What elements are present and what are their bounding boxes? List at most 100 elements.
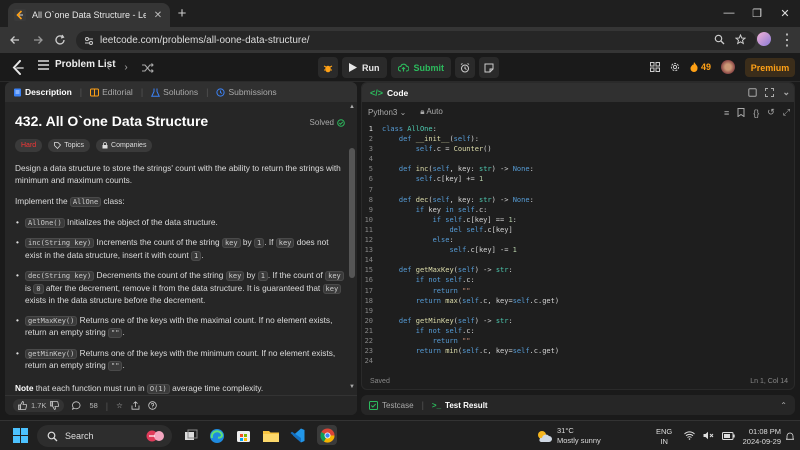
code-line: 22 return "" — [362, 337, 794, 347]
inline-code: key — [322, 283, 342, 294]
help-icon[interactable] — [148, 401, 157, 410]
vscode-icon[interactable] — [289, 427, 306, 444]
browser-tab[interactable]: All O`one Data Structure - Leetc ✕ — [8, 3, 170, 27]
terminal-icon: >_ — [431, 400, 442, 410]
tab-submissions[interactable]: Submissions — [216, 87, 277, 97]
system-tray[interactable] — [684, 431, 735, 440]
profile-avatar[interactable] — [757, 32, 771, 46]
debug-button[interactable] — [318, 57, 338, 78]
description-scrollbar[interactable] — [349, 148, 355, 278]
share-icon[interactable] — [131, 401, 140, 410]
history-icon — [216, 87, 226, 97]
language-indicator[interactable]: ENG IN — [656, 427, 672, 447]
editor-status-bar: Saved Ln 1, Col 14 — [362, 373, 794, 389]
language-select[interactable]: Python3 ⌄ — [368, 108, 406, 117]
layout-grid-icon[interactable] — [650, 62, 660, 72]
comment-icon[interactable] — [72, 401, 81, 410]
code-text: def getMaxKey(self) -> str: — [398, 266, 513, 275]
chrome-icon[interactable] — [317, 425, 337, 445]
streak-counter[interactable]: 49 — [690, 62, 711, 72]
scroll-down-arrow-icon[interactable]: ▼ — [349, 384, 355, 390]
leetcode-logo-icon[interactable] — [11, 60, 25, 76]
store-icon[interactable] — [235, 427, 252, 444]
taskbar-search[interactable]: Search — [37, 425, 172, 447]
scroll-up-arrow-icon[interactable]: ▲ — [349, 104, 355, 110]
reset-icon[interactable]: ↺ — [767, 107, 775, 118]
line-number: 2 — [368, 135, 373, 144]
prev-problem-icon[interactable]: ‹ — [107, 62, 110, 73]
line-number: 20 — [364, 316, 373, 325]
next-problem-icon[interactable]: › — [124, 62, 127, 73]
zoom-icon[interactable] — [714, 34, 725, 45]
code-line: 4 — [362, 155, 794, 165]
tab-editorial-label: Editorial — [102, 87, 133, 97]
code-line: 10 if self.c[key] == 1: — [362, 216, 794, 226]
premium-button[interactable]: Premium — [745, 58, 795, 77]
problem-list-link[interactable]: Problem List — [38, 59, 116, 70]
system-clock[interactable]: 01:08 PM 2024-09-29 — [735, 427, 781, 447]
code-text: return "" — [432, 286, 471, 295]
browser-tab-bar: All O`one Data Structure - Leetc ✕ + — ❐… — [0, 0, 800, 27]
code-line: 11 del self.c[key] — [362, 226, 794, 236]
thumbs-down-icon[interactable] — [50, 401, 60, 410]
timer-button[interactable] — [455, 57, 475, 78]
reload-icon[interactable] — [53, 33, 67, 47]
forward-icon[interactable] — [31, 33, 45, 47]
problem-title[interactable]: 432. All O`one Data Structure — [15, 112, 345, 130]
favorite-star-icon[interactable]: ☆ — [116, 401, 123, 410]
companies-tag[interactable]: Companies — [96, 139, 153, 152]
chevron-down-icon[interactable]: ⌄ — [782, 87, 790, 98]
method-signature: getMinKey() — [25, 348, 78, 359]
braces-icon[interactable]: {} — [753, 107, 759, 118]
bookmark-star-icon[interactable] — [735, 34, 746, 45]
edge-browser-icon[interactable] — [208, 427, 225, 444]
bug-icon — [323, 63, 333, 73]
collapse-icon[interactable] — [748, 87, 758, 98]
windows-start-icon[interactable] — [13, 428, 28, 443]
code-text: if not self.c: — [415, 276, 475, 285]
notification-bell-icon[interactable] — [786, 432, 794, 440]
testcase-tab[interactable]: Testcase — [369, 400, 414, 410]
new-tab-icon[interactable]: + — [174, 5, 190, 22]
maximize-icon[interactable] — [765, 87, 775, 98]
close-window-icon[interactable]: ✕ — [778, 6, 792, 20]
code-text: return min(self.c, key=self.c.get) — [415, 347, 560, 356]
submit-button[interactable]: Submit — [390, 57, 451, 78]
notes-button[interactable] — [479, 57, 499, 78]
thumbs-up-icon[interactable] — [18, 401, 27, 410]
expand-icon[interactable]: ⤢ — [783, 107, 790, 118]
tab-editorial[interactable]: Editorial — [90, 87, 133, 97]
restore-icon[interactable]: ❐ — [750, 6, 764, 20]
file-explorer-icon[interactable] — [262, 427, 279, 444]
browser-menu-icon[interactable]: ⋮ — [779, 32, 795, 49]
test-result-tab[interactable]: >_ Test Result — [432, 401, 488, 410]
problem-tags: Hard Topics Companies — [15, 139, 345, 152]
chevron-up-icon[interactable]: ⌃ — [780, 401, 787, 410]
bookmark-icon[interactable] — [737, 107, 745, 118]
back-icon[interactable] — [8, 33, 22, 47]
tab-description[interactable]: Description — [13, 87, 72, 97]
test-separator: | — [421, 400, 424, 410]
tab-solutions[interactable]: Solutions — [151, 87, 198, 97]
run-label: Run — [362, 62, 380, 73]
code-editor[interactable]: 1 class AllOne: 2 def __init__(self): 3 s… — [362, 125, 794, 370]
topics-tag[interactable]: Topics — [48, 139, 91, 152]
weather-widget[interactable]: 31°C Mostly sunny — [536, 426, 601, 446]
testcase-bar: Testcase | >_ Test Result ⌃ — [361, 395, 795, 415]
user-avatar[interactable] — [721, 60, 736, 74]
url-bar[interactable]: leetcode.com/problems/all-oone-data-stru… — [76, 31, 756, 50]
site-info-icon[interactable] — [84, 36, 94, 46]
note-text: that each function must run in — [33, 382, 147, 393]
run-button[interactable]: Run — [342, 57, 387, 78]
method-text: . — [201, 249, 204, 260]
tab-separator: | — [140, 87, 144, 97]
task-view-icon[interactable] — [182, 427, 199, 444]
close-tab-icon[interactable]: ✕ — [152, 9, 164, 21]
minimize-icon[interactable]: — — [722, 6, 736, 20]
shuffle-icon[interactable] — [141, 62, 154, 73]
weather-condition: Mostly sunny — [557, 436, 601, 445]
autosave-indicator[interactable]: 🔒︎ Auto — [420, 107, 443, 117]
settings-gear-icon[interactable] — [670, 62, 680, 72]
upload-cloud-icon — [397, 63, 409, 72]
format-icon[interactable]: ≡ — [724, 107, 729, 118]
